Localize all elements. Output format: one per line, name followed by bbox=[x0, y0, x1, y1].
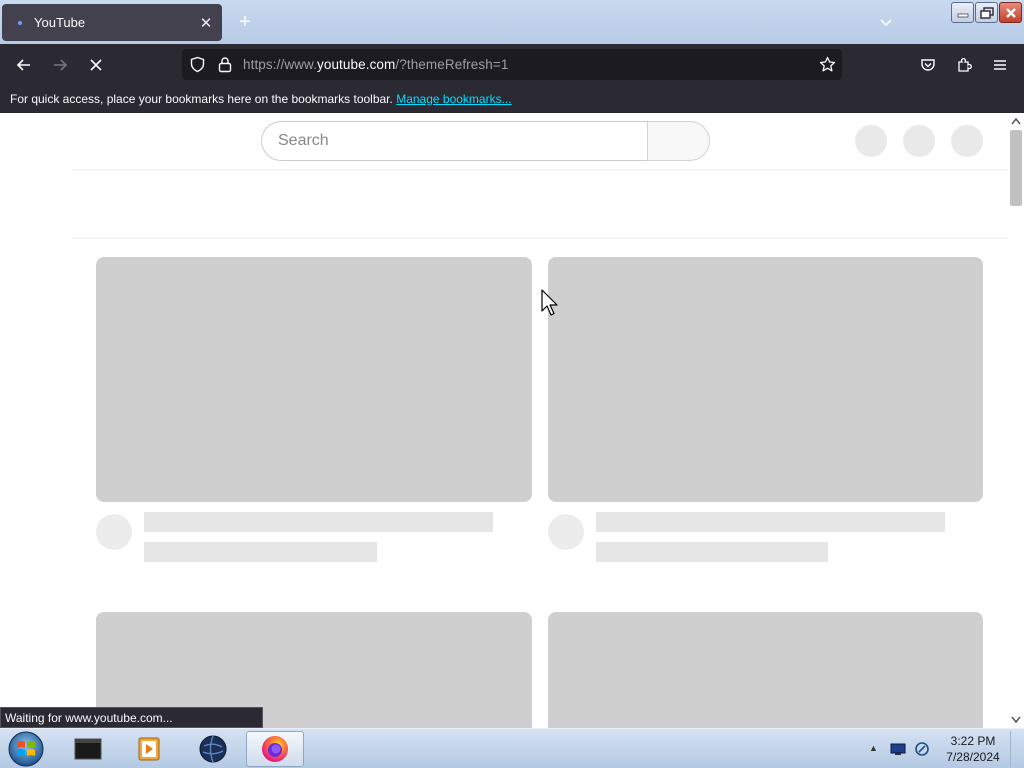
video-meta-placeholder bbox=[144, 542, 377, 562]
clock-date: 7/28/2024 bbox=[946, 750, 1000, 764]
search-button[interactable] bbox=[647, 121, 710, 161]
app-menu-button[interactable] bbox=[987, 52, 1013, 78]
extensions-button[interactable] bbox=[951, 52, 977, 78]
address-bar[interactable]: https://www.youtube.com/?themeRefresh=1 bbox=[182, 49, 842, 80]
minimize-button[interactable] bbox=[951, 2, 974, 23]
header-divider bbox=[72, 169, 1008, 170]
taskbar-firefox-app[interactable] bbox=[246, 731, 304, 767]
url-path: /?themeRefresh=1 bbox=[395, 57, 509, 72]
forward-arrow-icon bbox=[54, 59, 68, 71]
page-scrollbar[interactable] bbox=[1008, 113, 1024, 728]
forward-button[interactable] bbox=[47, 52, 73, 78]
video-thumbnail-placeholder[interactable] bbox=[548, 612, 983, 728]
display-tray-icon[interactable] bbox=[890, 741, 906, 757]
search-box[interactable] bbox=[261, 121, 647, 161]
taskbar-media-player-app[interactable] bbox=[120, 731, 178, 767]
firefox-icon bbox=[262, 736, 288, 762]
chevron-up-icon bbox=[1011, 117, 1021, 125]
manage-bookmarks-link[interactable]: Manage bookmarks... bbox=[396, 92, 511, 106]
new-tab-icon[interactable]: + bbox=[234, 11, 256, 33]
url-text[interactable]: https://www.youtube.com/?themeRefresh=1 bbox=[243, 57, 508, 72]
video-title-placeholder bbox=[144, 512, 493, 532]
scroll-up-button[interactable] bbox=[1008, 113, 1024, 129]
bookmarks-toolbar: For quick access, place your bookmarks h… bbox=[0, 85, 1024, 113]
start-button-windows-logo-icon[interactable] bbox=[6, 730, 46, 768]
tab-close-icon[interactable]: ✕ bbox=[194, 14, 218, 32]
taskbar-terminal-app[interactable] bbox=[59, 731, 117, 767]
restore-button[interactable] bbox=[975, 2, 998, 23]
tab-loading-indicator bbox=[18, 20, 22, 25]
chips-divider bbox=[72, 238, 1008, 239]
back-arrow-icon bbox=[16, 59, 30, 71]
restore-icon bbox=[979, 6, 994, 19]
bookmark-star-icon[interactable] bbox=[819, 56, 836, 73]
pocket-button[interactable] bbox=[915, 52, 941, 78]
minimize-icon bbox=[957, 13, 968, 17]
windows-taskbar: ▲ 3:22 PM 7/28/2024 bbox=[0, 728, 1024, 768]
network-tray-icon[interactable] bbox=[914, 741, 930, 757]
web-page-content bbox=[0, 113, 1008, 728]
status-panel: Waiting for www.youtube.com... bbox=[0, 707, 263, 728]
pocket-icon bbox=[921, 59, 935, 71]
channel-avatar-placeholder bbox=[548, 514, 584, 550]
system-clock[interactable]: 3:22 PM 7/28/2024 bbox=[940, 733, 1006, 765]
video-thumbnail-placeholder[interactable] bbox=[96, 257, 532, 502]
video-thumbnail-placeholder[interactable] bbox=[548, 257, 983, 502]
scroll-thumb[interactable] bbox=[1010, 130, 1022, 206]
show-hidden-icons-button[interactable]: ▲ bbox=[869, 743, 878, 753]
media-player-icon bbox=[138, 737, 160, 761]
bookmarks-toolbar-message: For quick access, place your bookmarks h… bbox=[10, 92, 512, 106]
hamburger-menu-icon bbox=[994, 60, 1006, 70]
close-icon bbox=[1005, 7, 1016, 18]
stop-loading-button[interactable] bbox=[83, 52, 109, 78]
stop-icon bbox=[90, 59, 102, 71]
placeholder-notifications-button[interactable] bbox=[903, 125, 935, 157]
clock-time: 3:22 PM bbox=[950, 734, 996, 748]
mouse-cursor-icon bbox=[541, 289, 558, 316]
puzzle-piece-icon bbox=[958, 58, 972, 72]
back-button[interactable] bbox=[11, 52, 37, 78]
chevron-down-icon bbox=[1011, 716, 1021, 724]
video-title-placeholder bbox=[596, 512, 945, 532]
url-scheme: https://www. bbox=[243, 57, 317, 72]
browser-titlebar: YouTube ✕ + bbox=[0, 0, 1024, 44]
globe-icon bbox=[199, 735, 227, 763]
placeholder-avatar-button[interactable] bbox=[951, 125, 983, 157]
channel-avatar-placeholder bbox=[96, 514, 132, 550]
url-host: youtube.com bbox=[316, 57, 396, 72]
terminal-icon bbox=[74, 738, 102, 760]
tracking-protection-shield-icon[interactable] bbox=[189, 56, 206, 73]
show-desktop-button[interactable] bbox=[1010, 731, 1022, 767]
navigation-toolbar: https://www.youtube.com/?themeRefresh=1 bbox=[0, 44, 1024, 85]
video-meta-placeholder bbox=[596, 542, 828, 562]
bookmarks-hint-text: For quick access, place your bookmarks h… bbox=[10, 92, 393, 106]
scroll-down-button[interactable] bbox=[1008, 712, 1024, 728]
tab-title: YouTube bbox=[34, 15, 86, 30]
taskbar-network-app[interactable] bbox=[184, 731, 242, 767]
search-input[interactable] bbox=[262, 122, 647, 160]
placeholder-create-button[interactable] bbox=[855, 125, 887, 157]
close-window-button[interactable] bbox=[999, 2, 1022, 23]
tab-youtube[interactable]: YouTube ✕ bbox=[2, 4, 222, 41]
list-all-tabs-icon[interactable] bbox=[878, 14, 894, 30]
lock-icon[interactable] bbox=[217, 56, 233, 73]
